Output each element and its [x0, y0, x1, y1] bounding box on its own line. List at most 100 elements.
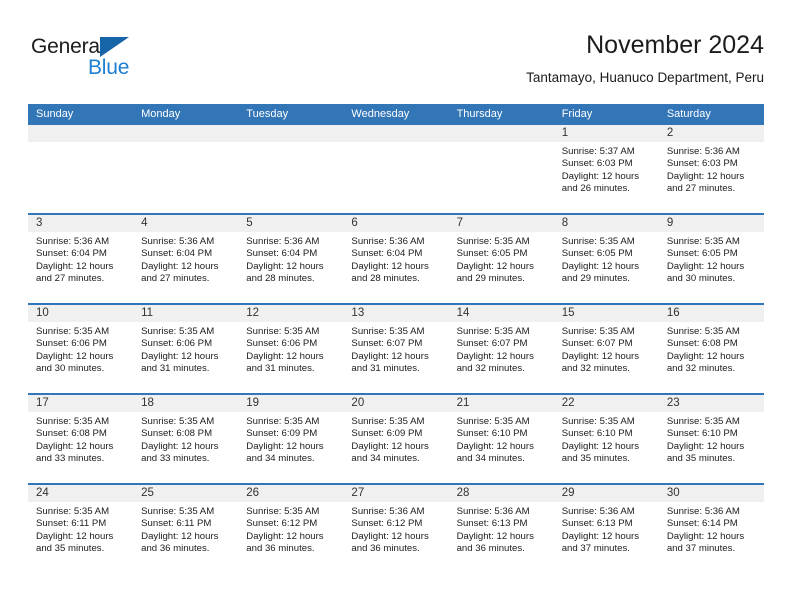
daylight-text: Daylight: 12 hours and 28 minutes. — [246, 260, 324, 285]
calendar-week-row: 24 Sunrise: 5:35 AM Sunset: 6:11 PM Dayligh… — [28, 483, 764, 573]
sunrise-text: Sunrise: 5:35 AM — [36, 326, 110, 337]
calendar-day-cell[interactable]: 12 Sunrise: 5:35 AM Sunset: 6:06 PM Dayligh… — [238, 305, 344, 393]
calendar-day-cell[interactable]: 26 Sunrise: 5:35 AM Sunset: 6:12 PM Dayligh… — [238, 485, 344, 573]
sunrise-text: Sunrise: 5:35 AM — [456, 236, 530, 247]
calendar-day-cell[interactable]: 6 Sunrise: 5:36 AM Sunset: 6:04 PM Daylight… — [343, 215, 449, 303]
calendar-day-cell[interactable]: 29 Sunrise: 5:36 AM Sunset: 6:13 PM Dayligh… — [553, 485, 659, 573]
day-number: 26 — [238, 485, 344, 502]
calendar-day-cell[interactable]: 27 Sunrise: 5:36 AM Sunset: 6:12 PM Dayligh… — [343, 485, 449, 573]
day-number — [133, 125, 239, 142]
calendar-day-cell[interactable]: 17 Sunrise: 5:35 AM Sunset: 6:08 PM Dayligh… — [28, 395, 134, 483]
calendar-day-cell[interactable]: 13 Sunrise: 5:35 AM Sunset: 6:07 PM Dayligh… — [343, 305, 449, 393]
day-number — [28, 125, 134, 142]
sunset-text: Sunset: 6:13 PM — [456, 518, 528, 530]
day-sun-info: Sunrise: 5:35 AM Sunset: 6:10 PM Daylight:… — [554, 412, 659, 466]
page-subtitle: Tantamayo, Huanuco Department, Peru — [526, 70, 764, 85]
brand-logo[interactable]: General Blue — [28, 34, 228, 90]
calendar-day-cell[interactable]: 8 Sunrise: 5:35 AM Sunset: 6:05 PM Daylight… — [553, 215, 659, 303]
daylight-text: Daylight: 12 hours and 31 minutes. — [246, 350, 324, 375]
day-number: 3 — [28, 215, 134, 232]
day-sun-info: Sunrise: 5:35 AM Sunset: 6:05 PM Daylight:… — [449, 232, 554, 286]
sunrise-text: Sunrise: 5:37 AM — [561, 146, 635, 157]
calendar-table: Sunday Monday Tuesday Wednesday Thursday Frid… — [28, 104, 764, 573]
calendar-day-cell[interactable]: 10 Sunrise: 5:35 AM Sunset: 6:06 PM Dayligh… — [28, 305, 134, 393]
calendar-day-cell[interactable]: 30 Sunrise: 5:36 AM Sunset: 6:14 PM Dayligh… — [658, 485, 764, 573]
sunset-text: Sunset: 6:03 PM — [666, 158, 738, 170]
day-sun-info: Sunrise: 5:35 AM Sunset: 6:06 PM Daylight:… — [133, 322, 238, 376]
daylight-text: Daylight: 12 hours and 35 minutes. — [666, 440, 745, 465]
weekday-header-sunday: Sunday — [36, 108, 74, 120]
weekday-header-thursday: Thursday — [456, 108, 503, 120]
calendar-week-row: 10 Sunrise: 5:35 AM Sunset: 6:06 PM Dayligh… — [28, 303, 764, 393]
day-number: 9 — [658, 215, 764, 232]
triangle-icon — [100, 37, 129, 57]
calendar-week-row: 1 Sunrise: 5:37 AM Sunset: 6:03 PM Daylight… — [28, 125, 764, 213]
calendar-day-cell[interactable]: 2 Sunrise: 5:36 AM Sunset: 6:03 PM Daylight… — [658, 125, 764, 213]
day-number — [343, 125, 449, 142]
calendar-day-cell[interactable]: 1 Sunrise: 5:37 AM Sunset: 6:03 PM Daylight… — [553, 125, 659, 213]
daylight-text: Daylight: 12 hours and 30 minutes. — [666, 260, 745, 285]
calendar-day-cell[interactable]: 4 Sunrise: 5:36 AM Sunset: 6:04 PM Daylight… — [133, 215, 239, 303]
day-number: 23 — [658, 395, 764, 412]
day-sun-info: Sunrise: 5:35 AM Sunset: 6:11 PM Daylight:… — [28, 502, 133, 556]
calendar-week-row: 17 Sunrise: 5:35 AM Sunset: 6:08 PM Dayligh… — [28, 393, 764, 483]
daylight-text: Daylight: 12 hours and 31 minutes. — [351, 350, 429, 375]
weekday-header-row: Sunday Monday Tuesday Wednesday Thursday Frid… — [28, 104, 764, 125]
calendar-day-cell[interactable]: 24 Sunrise: 5:35 AM Sunset: 6:11 PM Dayligh… — [28, 485, 134, 573]
daylight-text: Daylight: 12 hours and 34 minutes. — [456, 440, 534, 465]
calendar-day-cell[interactable]: 21 Sunrise: 5:35 AM Sunset: 6:10 PM Dayligh… — [448, 395, 554, 483]
day-number: 1 — [553, 125, 659, 142]
day-number: 22 — [553, 395, 659, 412]
day-number: 24 — [28, 485, 134, 502]
sunset-text: Sunset: 6:04 PM — [141, 248, 213, 260]
calendar-day-cell[interactable]: 5 Sunrise: 5:36 AM Sunset: 6:04 PM Daylight… — [238, 215, 344, 303]
sunset-text: Sunset: 6:06 PM — [36, 338, 107, 350]
calendar-cell-empty — [448, 125, 554, 213]
sunrise-text: Sunrise: 5:36 AM — [246, 236, 320, 247]
calendar-day-cell[interactable]: 14 Sunrise: 5:35 AM Sunset: 6:07 PM Dayligh… — [448, 305, 554, 393]
calendar-day-cell[interactable]: 28 Sunrise: 5:36 AM Sunset: 6:13 PM Dayligh… — [448, 485, 554, 573]
day-sun-info: Sunrise: 5:36 AM Sunset: 6:13 PM Daylight:… — [449, 502, 554, 556]
day-number: 17 — [28, 395, 134, 412]
calendar-day-cell[interactable]: 9 Sunrise: 5:35 AM Sunset: 6:05 PM Daylight… — [658, 215, 764, 303]
title-block: November 2024 Tantamayo, Huanuco Departm… — [526, 28, 764, 89]
day-number — [238, 125, 344, 142]
sunset-text: Sunset: 6:14 PM — [666, 518, 738, 530]
day-sun-info: Sunrise: 5:35 AM Sunset: 6:05 PM Daylight:… — [659, 232, 764, 286]
sunrise-text: Sunrise: 5:36 AM — [456, 506, 530, 517]
day-sun-info: Sunrise: 5:35 AM Sunset: 6:10 PM Daylight:… — [659, 412, 764, 466]
day-sun-info: Sunrise: 5:35 AM Sunset: 6:12 PM Daylight:… — [238, 502, 343, 556]
sunrise-text: Sunrise: 5:36 AM — [141, 236, 215, 247]
calendar-day-cell[interactable]: 19 Sunrise: 5:35 AM Sunset: 6:09 PM Dayligh… — [238, 395, 344, 483]
day-sun-info: Sunrise: 5:35 AM Sunset: 6:06 PM Daylight:… — [238, 322, 343, 376]
sunrise-text: Sunrise: 5:35 AM — [456, 326, 530, 337]
calendar-day-cell[interactable]: 22 Sunrise: 5:35 AM Sunset: 6:10 PM Dayligh… — [553, 395, 659, 483]
calendar-day-cell[interactable]: 7 Sunrise: 5:35 AM Sunset: 6:05 PM Daylight… — [448, 215, 554, 303]
day-sun-info: Sunrise: 5:35 AM Sunset: 6:09 PM Daylight:… — [343, 412, 448, 466]
calendar-day-cell[interactable]: 11 Sunrise: 5:35 AM Sunset: 6:06 PM Dayligh… — [133, 305, 239, 393]
day-number: 16 — [658, 305, 764, 322]
sunset-text: Sunset: 6:09 PM — [246, 428, 318, 440]
calendar-day-cell[interactable]: 15 Sunrise: 5:35 AM Sunset: 6:07 PM Dayligh… — [553, 305, 659, 393]
calendar-day-cell[interactable]: 3 Sunrise: 5:36 AM Sunset: 6:04 PM Daylight… — [28, 215, 134, 303]
weekday-header-saturday: Saturday — [666, 108, 711, 120]
day-number: 2 — [658, 125, 764, 142]
day-sun-info: Sunrise: 5:35 AM Sunset: 6:07 PM Daylight:… — [554, 322, 659, 376]
day-number: 29 — [553, 485, 659, 502]
calendar-day-cell[interactable]: 16 Sunrise: 5:35 AM Sunset: 6:08 PM Dayligh… — [658, 305, 764, 393]
page-title: November 2024 — [586, 31, 764, 59]
calendar-day-cell[interactable]: 23 Sunrise: 5:35 AM Sunset: 6:10 PM Dayligh… — [658, 395, 764, 483]
sunrise-text: Sunrise: 5:35 AM — [351, 326, 425, 337]
calendar-day-cell[interactable]: 20 Sunrise: 5:35 AM Sunset: 6:09 PM Dayligh… — [343, 395, 449, 483]
sunset-text: Sunset: 6:08 PM — [666, 338, 738, 350]
daylight-text: Daylight: 12 hours and 29 minutes. — [456, 260, 534, 285]
calendar-day-cell[interactable]: 18 Sunrise: 5:35 AM Sunset: 6:08 PM Dayligh… — [133, 395, 239, 483]
sunset-text: Sunset: 6:06 PM — [141, 338, 213, 350]
day-sun-info: Sunrise: 5:36 AM Sunset: 6:04 PM Daylight:… — [28, 232, 133, 286]
sunrise-text: Sunrise: 5:35 AM — [246, 416, 320, 427]
sunset-text: Sunset: 6:12 PM — [246, 518, 318, 530]
sunrise-text: Sunrise: 5:36 AM — [351, 236, 425, 247]
daylight-text: Daylight: 12 hours and 27 minutes. — [36, 260, 114, 285]
calendar-day-cell[interactable]: 25 Sunrise: 5:35 AM Sunset: 6:11 PM Dayligh… — [133, 485, 239, 573]
day-sun-info: Sunrise: 5:35 AM Sunset: 6:07 PM Daylight:… — [343, 322, 448, 376]
